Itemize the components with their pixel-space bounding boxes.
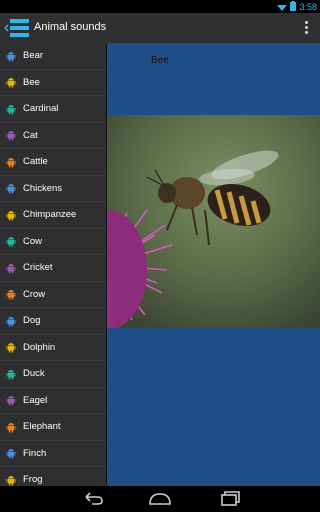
back-button[interactable]	[80, 491, 106, 507]
wifi-icon	[277, 2, 288, 13]
drawer-item[interactable]: Cat	[0, 123, 106, 149]
back-icon	[85, 492, 103, 505]
recent-apps-button[interactable]	[216, 491, 242, 507]
home-button[interactable]	[147, 491, 173, 507]
drawer-item[interactable]: Finch	[0, 441, 106, 467]
drawer-item[interactable]: Cow	[0, 229, 106, 255]
android-icon	[6, 421, 16, 433]
android-icon	[6, 262, 16, 274]
app-drawer-icon	[4, 19, 29, 37]
android-icon	[6, 50, 16, 62]
drawer-item[interactable]: Duck	[0, 361, 106, 388]
drawer-item[interactable]: Cricket	[0, 255, 106, 282]
android-icon	[6, 156, 16, 168]
drawer-item[interactable]: Chickens	[0, 176, 106, 202]
overflow-menu-icon[interactable]	[304, 21, 310, 35]
drawer-item-label: Cow	[23, 235, 43, 247]
action-bar: Animal sounds	[0, 13, 320, 43]
drawer-item[interactable]: Elephant	[0, 414, 106, 441]
drawer-item[interactable]: Crow	[0, 282, 106, 308]
status-time: 3:58	[299, 2, 317, 12]
android-icon	[6, 129, 16, 141]
android-icon	[6, 235, 16, 247]
android-icon	[6, 447, 16, 459]
drawer-item[interactable]: Dog	[0, 308, 106, 335]
drawer-item-label: Cricket	[23, 262, 53, 274]
android-icon	[6, 209, 16, 221]
android-icon	[6, 288, 16, 300]
android-icon	[6, 76, 16, 88]
bee-photo	[107, 115, 320, 328]
drawer-item-label: Crow	[23, 288, 46, 300]
home-icon	[149, 493, 171, 505]
drawer-item[interactable]: Bee	[0, 70, 106, 96]
detail-title: Bee	[151, 55, 169, 66]
app-title: Animal sounds	[34, 21, 107, 33]
system-nav-bar	[0, 486, 320, 512]
drawer-item-label: Cardinal	[23, 103, 59, 115]
drawer-item[interactable]: Bear	[0, 43, 106, 70]
drawer-item-label: Duck	[23, 368, 45, 380]
android-icon	[6, 341, 16, 353]
drawer-item-label: Cattle	[23, 156, 48, 168]
android-icon	[6, 315, 16, 327]
drawer-item-label: Eagel	[23, 394, 48, 406]
status-bar: 3:58	[0, 0, 320, 13]
drawer-item[interactable]: Frog	[0, 467, 106, 486]
drawer-item[interactable]: Dolphin	[0, 335, 106, 361]
android-icon	[6, 474, 16, 486]
drawer-list: Bear Bee Cardinal Cat Cattle Chickens Chimpanz…	[0, 43, 106, 486]
drawer-item-label: Cat	[23, 129, 38, 141]
status-icons: 3:58	[277, 1, 317, 13]
drawer-item[interactable]: Cattle	[0, 149, 106, 176]
battery-icon	[290, 1, 297, 13]
drawer-item-label: Elephant	[23, 421, 61, 433]
drawer-item-label: Bear	[23, 50, 44, 62]
android-icon	[6, 394, 16, 406]
android-icon	[6, 182, 16, 194]
drawer-item-label: Chimpanzee	[23, 209, 77, 221]
drawer-item-label: Frog	[23, 474, 43, 486]
drawer-toggle-button[interactable]	[4, 17, 30, 39]
drawer-item-label: Dolphin	[23, 341, 56, 353]
drawer-item[interactable]: Eagel	[0, 388, 106, 414]
navigation-drawer: Bear Bee Cardinal Cat Cattle Chickens Chimpanz…	[0, 43, 107, 486]
android-icon	[6, 368, 16, 380]
drawer-item-label: Dog	[23, 315, 41, 327]
drawer-item[interactable]: Chimpanzee	[0, 202, 106, 229]
drawer-item-label: Chickens	[23, 182, 63, 194]
android-icon	[6, 103, 16, 115]
drawer-item[interactable]: Cardinal	[0, 96, 106, 123]
drawer-item-label: Finch	[23, 447, 47, 459]
drawer-item-label: Bee	[23, 76, 40, 88]
recent-apps-icon	[221, 491, 240, 506]
